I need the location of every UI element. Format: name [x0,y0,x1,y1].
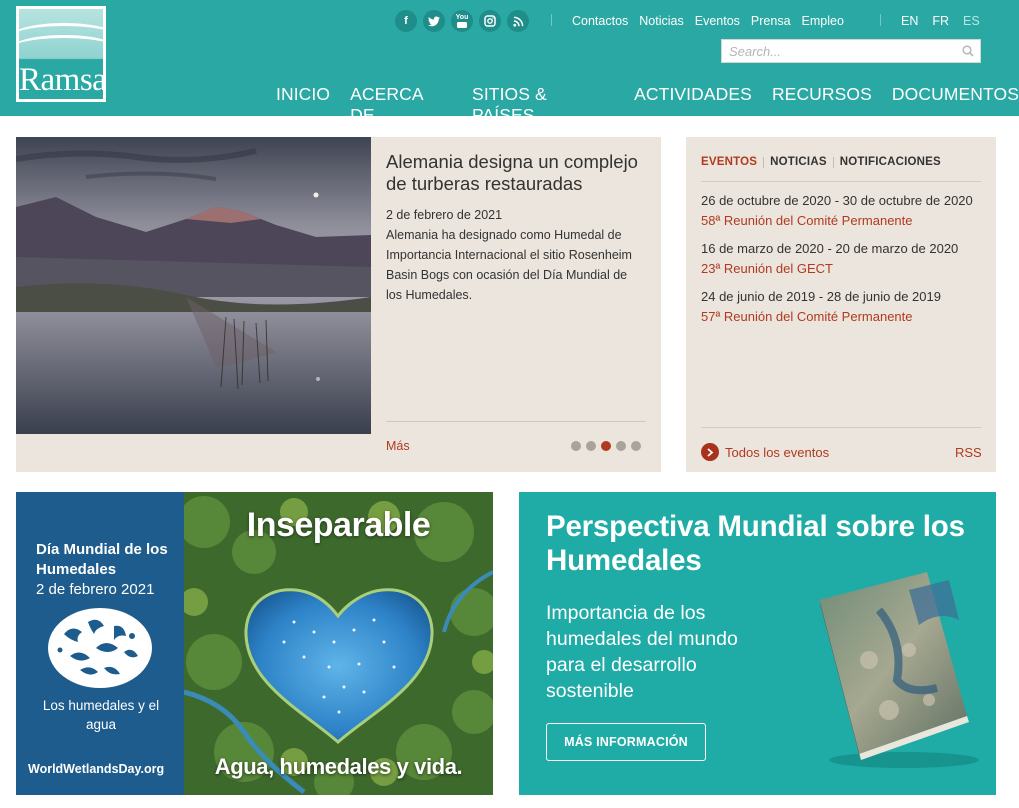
top-link-eventos[interactable]: Eventos [695,14,740,28]
gwo-subtitle: Importancia de los humedales del mundo p… [546,602,738,702]
event-item: 16 de marzo de 2020 - 20 de marzo de 202… [701,239,986,279]
report-book-image[interactable] [809,570,979,770]
chevron-right-icon [701,443,719,461]
tab-eventos[interactable]: EVENTOS [701,156,757,168]
youtube-icon-text: You [455,14,469,21]
events-rss-link[interactable]: RSS [955,445,982,460]
site-header: Ramsar f You Contactos Noticias Eventos … [0,0,1019,125]
slider-dots [571,441,641,451]
top-link-noticias[interactable]: Noticias [639,14,683,28]
wwd-theme: Los humedales y el agua [42,698,160,732]
events-divider [701,181,981,182]
event-item: 24 de junio de 2019 - 28 de junio de 201… [701,287,986,327]
rss-icon[interactable] [507,10,529,32]
wwd-tagline: Agua, humedales y vida. [214,754,463,779]
tab-separator [832,156,834,168]
more-info-button[interactable]: MÁS INFORMACIÓN [546,723,706,761]
wwd-emblem-icon [48,608,152,688]
search-input[interactable] [722,40,942,62]
logo-emblem: Ramsar [19,9,103,99]
tab-notificaciones[interactable]: NOTIFICACIONES [840,156,941,168]
all-events-label: Todos los eventos [725,444,830,460]
main-nav: INICIO ACERCA DE SITIOS & PAÍSES ACTIVID… [276,84,1019,126]
wwd-date: 2 de febrero 2021 [36,581,155,598]
events-tabs: EVENTOS NOTICIAS NOTIFICACIONES [701,156,941,168]
events-panel: EVENTOS NOTICIAS NOTIFICACIONES 26 de oc… [686,137,996,472]
events-divider [701,427,981,428]
youtube-icon[interactable]: You [451,10,473,32]
search-box [721,39,981,63]
top-links: Contactos Noticias Eventos Prensa Empleo [572,14,844,28]
social-links: f You [395,10,529,32]
nav-recursos[interactable]: RECURSOS [772,84,872,126]
top-link-prensa[interactable]: Prensa [751,14,791,28]
gwo-title: Perspectiva Mundial sobre los Humedales [546,510,965,577]
event-dates: 26 de octubre de 2020 - 30 de octubre de… [701,193,973,208]
news-image[interactable] [16,137,371,434]
news-slider: Alemania designa un complejo de turberas… [16,137,661,472]
news-body: Alemania designa un complejo de turberas… [386,151,646,305]
twitter-icon[interactable] [423,10,445,32]
nav-inicio[interactable]: INICIO [276,84,330,126]
wwd-site: WorldWetlandsDay.org [28,762,165,776]
slider-dot[interactable] [631,441,641,451]
event-link[interactable]: 23ª Reunión del GECT [701,259,986,279]
nav-acerca-de[interactable]: ACERCA DE [350,84,452,126]
lang-en[interactable]: EN [901,14,918,28]
nav-sitios-paises[interactable]: SITIOS & PAÍSES [472,84,614,126]
global-wetland-outlook-banner: Perspectiva Mundial sobre los Humedales … [519,492,996,795]
wwd-info-panel: Día Mundial de los Humedales 2 de febrer… [16,492,184,795]
tab-noticias[interactable]: NOTICIAS [770,156,827,168]
news-divider [386,421,646,422]
news-text: Alemania ha designado como Humedal de Im… [386,228,632,302]
world-wetlands-day-banner[interactable]: Día Mundial de los Humedales 2 de febrer… [16,492,493,795]
instagram-icon[interactable] [479,10,501,32]
wwd-aerial-image: Inseparable Agua, humedales y vida. [178,492,493,795]
event-link[interactable]: 58ª Reunión del Comité Permanente [701,211,986,231]
divider [880,14,881,26]
ramsar-logo[interactable]: Ramsar [16,6,106,102]
event-dates: 16 de marzo de 2020 - 20 de marzo de 202… [701,241,959,256]
wwd-title: Día Mundial de los Humedales [36,541,168,578]
slider-dot[interactable] [616,441,626,451]
event-item: 26 de octubre de 2020 - 30 de octubre de… [701,191,986,231]
news-more-link[interactable]: Más [386,439,410,453]
all-events-link[interactable]: Todos los eventos [701,443,829,461]
language-switcher: EN FR ES [901,14,980,28]
wwd-headline: Inseparable [246,506,431,544]
slider-dot[interactable] [586,441,596,451]
top-link-contactos[interactable]: Contactos [572,14,628,28]
slider-dot[interactable] [571,441,581,451]
facebook-icon[interactable]: f [395,10,417,32]
event-link[interactable]: 57ª Reunión del Comité Permanente [701,307,986,327]
event-dates: 24 de junio de 2019 - 28 de junio de 201… [701,289,941,304]
search-icon[interactable] [962,45,974,57]
divider [551,14,552,26]
lang-es: ES [963,14,980,28]
tab-separator [763,156,765,168]
news-title[interactable]: Alemania designa un complejo de turberas… [386,151,646,195]
top-link-empleo[interactable]: Empleo [802,14,844,28]
nav-documentos[interactable]: DOCUMENTOS [892,84,1019,126]
events-list: 26 de octubre de 2020 - 30 de octubre de… [701,191,986,335]
lang-fr[interactable]: FR [932,14,949,28]
logo-text: Ramsar [19,62,103,98]
news-date: 2 de febrero de 2021 [386,208,503,222]
nav-actividades[interactable]: ACTIVIDADES [634,84,752,126]
slider-dot-active[interactable] [601,441,611,451]
